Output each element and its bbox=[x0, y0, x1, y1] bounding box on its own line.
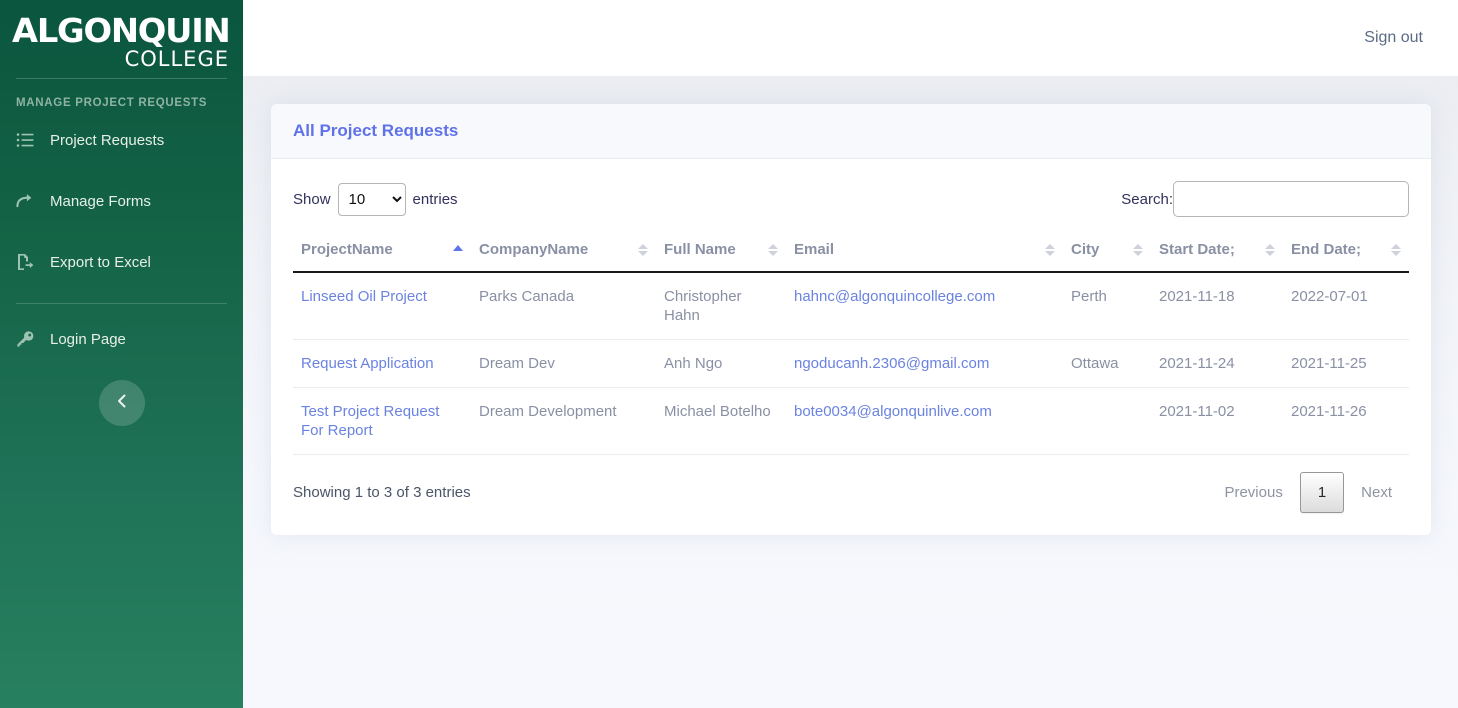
column-header-companyname[interactable]: CompanyName bbox=[471, 231, 656, 273]
sidebar-section-heading: MANAGE PROJECT REQUESTS bbox=[16, 97, 208, 109]
pagination-previous-button[interactable]: Previous bbox=[1207, 472, 1299, 513]
column-label: Email bbox=[794, 241, 835, 258]
sidebar-item-login-page[interactable]: Login Page bbox=[0, 316, 243, 362]
column-label: Start Date; bbox=[1159, 241, 1235, 258]
chevron-left-icon bbox=[115, 393, 129, 414]
table-head: ProjectName CompanyName Full Name Email … bbox=[293, 231, 1409, 273]
cell-company-name: Dream Development bbox=[471, 387, 656, 456]
page-length-control: Show 102550100 entries bbox=[293, 182, 458, 216]
sidebar-item-label: Login Page bbox=[50, 330, 126, 348]
topbar: Sign out bbox=[243, 0, 1458, 76]
column-header-email[interactable]: Email bbox=[786, 231, 1063, 273]
email-link[interactable]: ngoducanh.2306@gmail.com bbox=[794, 355, 989, 372]
cell-end-date: 2022-07-01 bbox=[1283, 272, 1409, 341]
sort-both-icon[interactable] bbox=[768, 243, 778, 257]
sort-both-icon[interactable] bbox=[1391, 243, 1401, 257]
logo-algonquin-text: ALGONQUIN bbox=[12, 11, 231, 50]
datatable-footer: Showing 1 to 3 of 3 entries Previous 1 N… bbox=[293, 455, 1409, 523]
sidebar-collapse-button[interactable] bbox=[98, 380, 145, 426]
sidebar-divider-bottom bbox=[16, 303, 227, 304]
cell-project-name: Linseed Oil Project bbox=[293, 272, 471, 341]
project-name-link[interactable]: Linseed Oil Project bbox=[301, 288, 427, 305]
datatable-controls: Show 102550100 entries Search: bbox=[293, 173, 1409, 231]
project-name-link[interactable]: Request Application bbox=[301, 355, 434, 372]
table-header-row: ProjectName CompanyName Full Name Email … bbox=[293, 231, 1409, 273]
cell-project-name: Request Application bbox=[293, 339, 471, 389]
search-control: Search: bbox=[1121, 181, 1409, 217]
column-header-end-date[interactable]: End Date; bbox=[1283, 231, 1409, 273]
pagination-next-button[interactable]: Next bbox=[1344, 472, 1409, 513]
table-row: Request Application Dream Dev Anh Ngo ngodu… bbox=[293, 339, 1409, 389]
sort-ascending-icon[interactable] bbox=[453, 243, 463, 257]
column-header-fullname[interactable]: Full Name bbox=[656, 231, 786, 273]
pagination-page-1-button[interactable]: 1 bbox=[1299, 472, 1345, 514]
sidebar-item-manage-forms[interactable]: Manage Forms bbox=[0, 178, 243, 224]
sort-both-icon[interactable] bbox=[638, 243, 648, 257]
sidebar-item-label: Export to Excel bbox=[50, 253, 151, 271]
table-row: Linseed Oil Project Parks Canada Christoph… bbox=[293, 272, 1409, 341]
logo-college-text: COLLEGE bbox=[124, 47, 229, 71]
sidebar-item-project-requests[interactable]: Project Requests bbox=[0, 117, 243, 163]
main-area: Sign out All Project Requests Show 10255… bbox=[243, 0, 1458, 708]
show-label: Show bbox=[293, 190, 331, 208]
share-arrow-icon bbox=[16, 192, 34, 210]
column-label: CompanyName bbox=[479, 241, 589, 258]
table-row: Test Project Request For Report Dream Dev… bbox=[293, 387, 1409, 456]
cell-full-name: Anh Ngo bbox=[656, 339, 786, 389]
cell-project-name: Test Project Request For Report bbox=[293, 387, 471, 456]
cell-start-date: 2021-11-02 bbox=[1151, 387, 1283, 456]
sign-out-link[interactable]: Sign out bbox=[1364, 29, 1423, 47]
project-requests-card: All Project Requests Show 102550100 entr… bbox=[271, 104, 1431, 536]
cell-start-date: 2021-11-18 bbox=[1151, 272, 1283, 341]
card-header: All Project Requests bbox=[271, 104, 1431, 159]
search-label: Search: bbox=[1121, 190, 1173, 208]
search-input[interactable] bbox=[1173, 181, 1409, 217]
list-icon bbox=[16, 131, 34, 149]
column-header-city[interactable]: City bbox=[1063, 231, 1151, 273]
cell-city: Perth bbox=[1063, 272, 1151, 341]
sort-both-icon[interactable] bbox=[1045, 243, 1055, 257]
cell-company-name: Dream Dev bbox=[471, 339, 656, 389]
column-label: City bbox=[1071, 241, 1100, 258]
sidebar-item-label: Project Requests bbox=[50, 131, 165, 149]
email-link[interactable]: hahnc@algonquincollege.com bbox=[794, 288, 995, 305]
cell-end-date: 2021-11-26 bbox=[1283, 387, 1409, 456]
column-label: End Date; bbox=[1291, 241, 1362, 258]
column-label: ProjectName bbox=[301, 241, 393, 258]
column-header-projectname[interactable]: ProjectName bbox=[293, 231, 471, 273]
card-body: Show 102550100 entries Search: bbox=[271, 159, 1431, 535]
file-export-icon bbox=[16, 253, 34, 271]
cell-full-name: Christopher Hahn bbox=[656, 272, 786, 341]
sidebar: ALGONQUIN COLLEGE MANAGE PROJECT REQUEST… bbox=[0, 0, 243, 708]
cell-start-date: 2021-11-24 bbox=[1151, 339, 1283, 389]
cell-company-name: Parks Canada bbox=[471, 272, 656, 341]
table-body: Linseed Oil Project Parks Canada Christoph… bbox=[293, 272, 1409, 456]
email-link[interactable]: bote0034@algonquinlive.com bbox=[794, 403, 992, 420]
sort-both-icon[interactable] bbox=[1265, 243, 1275, 257]
column-label: Full Name bbox=[664, 241, 736, 258]
project-requests-table: ProjectName CompanyName Full Name Email … bbox=[293, 231, 1409, 456]
sidebar-item-export-to-excel[interactable]: Export to Excel bbox=[0, 239, 243, 285]
page-length-select[interactable]: 102550100 bbox=[337, 182, 406, 216]
key-icon bbox=[16, 330, 34, 348]
cell-email: hahnc@algonquincollege.com bbox=[786, 272, 1063, 341]
pagination: Previous 1 Next bbox=[1207, 472, 1409, 514]
cell-full-name: Michael Botelho bbox=[656, 387, 786, 456]
cell-city bbox=[1063, 387, 1151, 456]
entries-label: entries bbox=[412, 190, 458, 208]
content-area: All Project Requests Show 102550100 entr… bbox=[243, 76, 1458, 536]
app-root: ALGONQUIN COLLEGE MANAGE PROJECT REQUEST… bbox=[0, 0, 1458, 708]
cell-end-date: 2021-11-25 bbox=[1283, 339, 1409, 389]
entries-info: Showing 1 to 3 of 3 entries bbox=[293, 484, 471, 502]
card-title: All Project Requests bbox=[293, 121, 459, 140]
sort-both-icon[interactable] bbox=[1133, 243, 1143, 257]
brand-logo[interactable]: ALGONQUIN COLLEGE bbox=[0, 0, 243, 72]
project-name-link[interactable]: Test Project Request For Report bbox=[301, 403, 439, 439]
column-header-start-date[interactable]: Start Date; bbox=[1151, 231, 1283, 273]
cell-email: bote0034@algonquinlive.com bbox=[786, 387, 1063, 456]
cell-email: ngoducanh.2306@gmail.com bbox=[786, 339, 1063, 389]
cell-city: Ottawa bbox=[1063, 339, 1151, 389]
sidebar-item-label: Manage Forms bbox=[50, 192, 151, 210]
